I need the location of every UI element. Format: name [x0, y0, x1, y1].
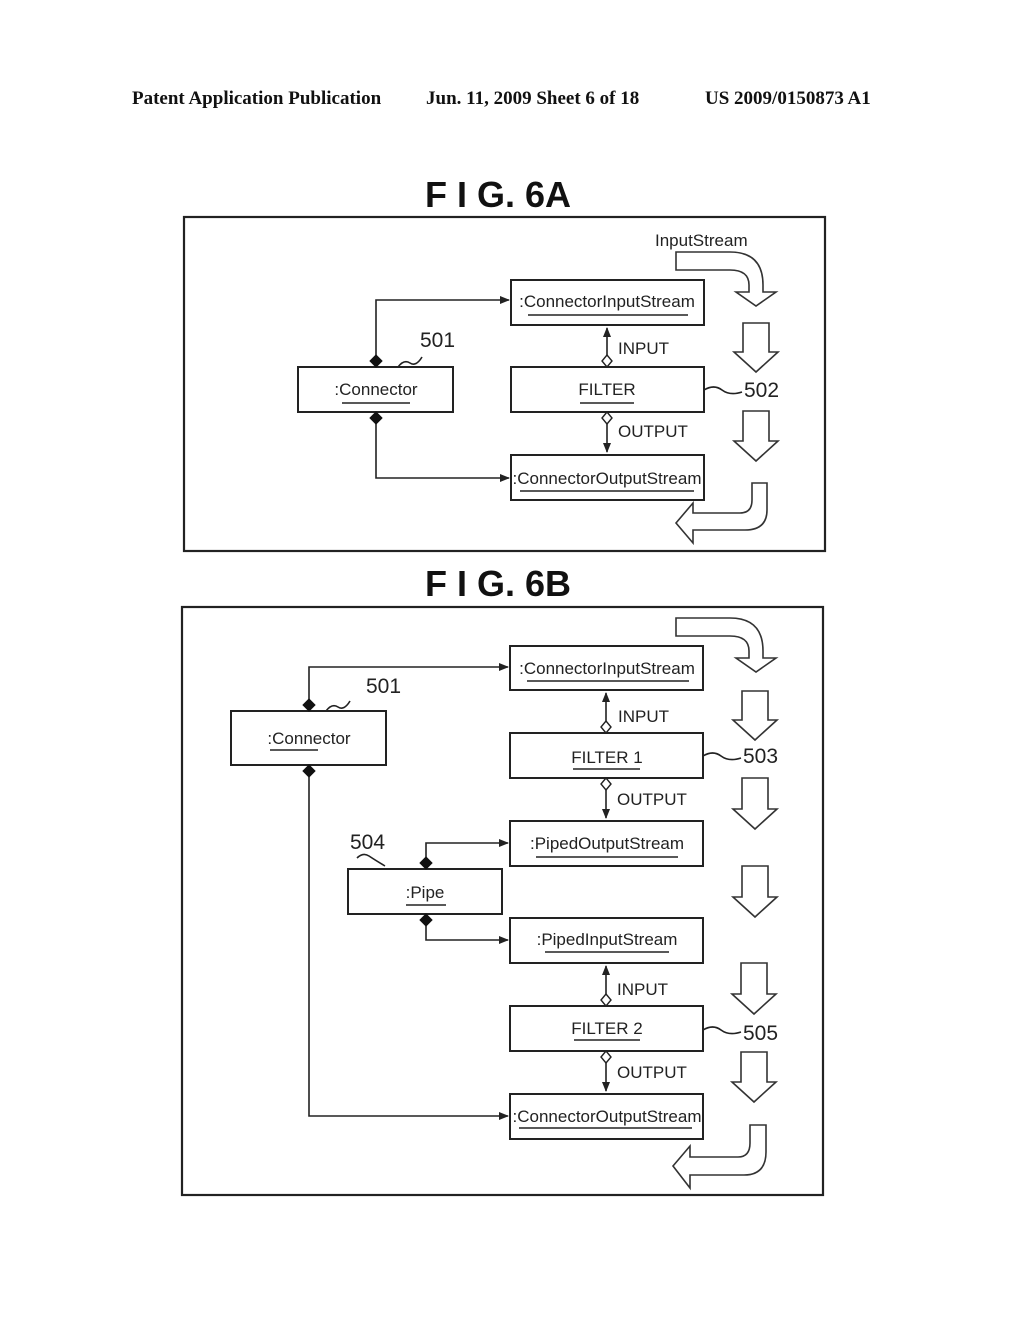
- aggregation-diamond-icon: [600, 992, 612, 1008]
- aggregation-diamond-icon: [600, 1049, 612, 1065]
- composition-diamond-icon: [302, 698, 316, 712]
- connector-input-stream-object[interactable]: :ConnectorInputStream: [510, 279, 705, 326]
- figure-6b-title: F I G. 6B: [425, 563, 571, 604]
- filter-1-object[interactable]: FILTER 1: [509, 732, 704, 779]
- connector-to-output-link: [375, 423, 510, 482]
- input-label: INPUT: [618, 339, 669, 358]
- input-stream-label: InputStream: [655, 231, 748, 250]
- leader-line: [702, 752, 742, 761]
- connector-input-stream-label: :ConnectorInputStream: [519, 659, 695, 678]
- composition-diamond-icon: [369, 411, 383, 425]
- leader-line: [356, 853, 386, 867]
- filter-object[interactable]: FILTER: [510, 366, 705, 413]
- leader-line: [702, 1026, 742, 1035]
- reference-501: 501: [366, 675, 401, 698]
- patent-figures: F I G. 6A InputStream :Connector 501 :Co…: [180, 174, 827, 1197]
- piped-input-stream-object[interactable]: :PipedInputStream: [509, 917, 704, 964]
- piped-input-stream-label: :PipedInputStream: [537, 930, 678, 949]
- reference-502: 502: [744, 379, 779, 402]
- reference-501: 501: [420, 329, 455, 352]
- leader-line: [325, 700, 351, 712]
- connector-label: :Connector: [334, 380, 417, 399]
- connector-output-stream-object[interactable]: :ConnectorOutputStream: [510, 454, 705, 501]
- filter-1-label: FILTER 1: [571, 748, 642, 767]
- connector-output-stream-object[interactable]: :ConnectorOutputStream: [509, 1093, 704, 1140]
- composition-diamond-icon: [302, 764, 316, 778]
- down-flow-arrow: [730, 690, 780, 742]
- aggregation-diamond-icon: [601, 353, 613, 369]
- down-flow-arrow: [731, 410, 781, 463]
- aggregation-diamond-icon: [600, 719, 612, 735]
- pipe-to-piped-output-link: [425, 839, 509, 857]
- aggregation-diamond-icon: [600, 776, 612, 792]
- down-flow-arrow: [730, 865, 780, 919]
- connector-output-stream-label: :ConnectorOutputStream: [513, 1107, 702, 1126]
- leader-line: [703, 386, 743, 395]
- connector-output-stream-label: :ConnectorOutputStream: [513, 469, 702, 488]
- output-label: OUTPUT: [617, 1063, 687, 1082]
- leader-line: [397, 356, 423, 368]
- connector-to-input-link: [308, 663, 509, 700]
- connector-input-stream-label: :ConnectorInputStream: [519, 292, 695, 311]
- connector-object[interactable]: :Connector: [230, 710, 387, 766]
- composition-diamond-icon: [419, 856, 433, 870]
- reference-505: 505: [743, 1022, 778, 1045]
- connector-object[interactable]: :Connector: [297, 366, 454, 413]
- down-flow-arrow: [731, 322, 781, 374]
- figure-6a-title: F I G. 6A: [425, 174, 571, 215]
- reference-504: 504: [350, 831, 385, 854]
- pipe-label: :Pipe: [406, 883, 445, 902]
- pipe-object[interactable]: :Pipe: [347, 868, 503, 915]
- connector-to-output-link: [308, 777, 509, 1120]
- composition-diamond-icon: [369, 354, 383, 368]
- filter-label: FILTER: [578, 380, 635, 399]
- input-label: INPUT: [617, 980, 668, 999]
- down-flow-arrow: [729, 962, 779, 1016]
- down-flow-arrow: [729, 1051, 779, 1104]
- filter-2-label: FILTER 2: [571, 1019, 642, 1038]
- aggregation-diamond-icon: [601, 410, 613, 426]
- piped-output-stream-object[interactable]: :PipedOutputStream: [509, 820, 704, 867]
- input-label: INPUT: [618, 707, 669, 726]
- down-flow-arrow: [730, 777, 780, 831]
- connector-input-stream-object[interactable]: :ConnectorInputStream: [509, 645, 704, 691]
- piped-output-stream-label: :PipedOutputStream: [530, 834, 684, 853]
- pipe-to-piped-input-link: [425, 926, 509, 944]
- output-label: OUTPUT: [617, 790, 687, 809]
- figure-6a: F I G. 6A InputStream :Connector 501 :Co…: [182, 174, 827, 553]
- reference-503: 503: [743, 745, 778, 768]
- output-label: OUTPUT: [618, 422, 688, 441]
- connector-label: :Connector: [267, 729, 350, 748]
- filter-2-object[interactable]: FILTER 2: [509, 1005, 704, 1052]
- figure-6b: F I G. 6B :Connector 501 :ConnectorInput…: [180, 563, 825, 1197]
- composition-diamond-icon: [419, 913, 433, 927]
